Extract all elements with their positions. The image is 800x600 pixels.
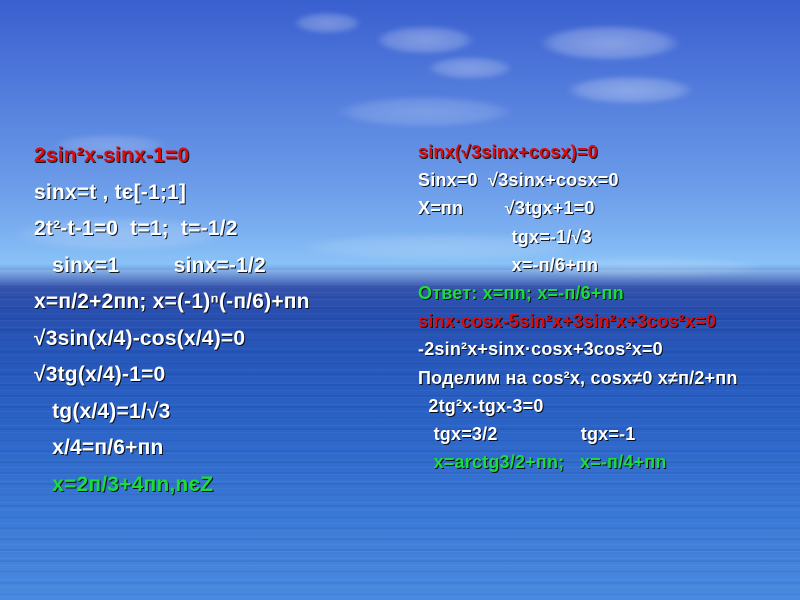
cloud [355, 20, 495, 60]
cloud [300, 90, 550, 134]
eq-answer: Ответ: x=пn; x=-п/6+пn [418, 279, 780, 307]
eq-line: x/4=п/6+пn [34, 430, 414, 467]
eq-line: 2tg²x-tgx-3=0 [418, 392, 780, 420]
eq-line: 2sin²x-sinx-1=0 [34, 138, 414, 175]
eq-line: sinx·cosx-5sin²x+3sin²x+3cos²x=0 [418, 307, 780, 335]
cloud [410, 52, 530, 84]
eq-line: sinx=1 sinx=-1/2 [34, 248, 414, 285]
eq-line: x=п/2+2пn; x=(-1)ⁿ(-п/6)+пn [34, 284, 414, 321]
slide: 2sin²x-sinx-1=0 sinx=t , tє[-1;1] 2t²-t-… [0, 0, 800, 600]
eq-answer: x=2п/3+4пn,nєZ [34, 467, 414, 504]
eq-line: X=пn √3tgx+1=0 [418, 194, 780, 222]
eq-line: tgx=3/2 tgx=-1 [418, 420, 780, 448]
left-column: 2sin²x-sinx-1=0 sinx=t , tє[-1;1] 2t²-t-… [34, 138, 414, 600]
eq-answer: x=arctg3/2+пn; x=-п/4+пn [418, 448, 780, 476]
cloud [510, 18, 710, 68]
eq-line: √3tg(x/4)-1=0 [34, 357, 414, 394]
eq-line: 2t²-t-1=0 t=1; t=-1/2 [34, 211, 414, 248]
eq-line: tg(x/4)=1/√3 [34, 394, 414, 431]
eq-line: sinx(√3sinx+cosx)=0 [418, 138, 780, 166]
cloud [280, 8, 375, 38]
eq-line: Sinx=0 √3sinx+cosx=0 [418, 166, 780, 194]
eq-line: tgx=-1/√3 [418, 223, 780, 251]
right-column: sinx(√3sinx+cosx)=0 Sinx=0 √3sinx+cosx=0… [414, 138, 780, 600]
cloud [540, 70, 720, 110]
eq-line: Поделим на cos²x, cosx≠0 x≠п/2+пn [418, 364, 780, 392]
eq-line: √3sin(x/4)-cos(x/4)=0 [34, 321, 414, 358]
eq-line: -2sin²x+sinx·cosx+3cos²x=0 [418, 335, 780, 363]
eq-line: x=-п/6+пn [418, 251, 780, 279]
content-columns: 2sin²x-sinx-1=0 sinx=t , tє[-1;1] 2t²-t-… [34, 138, 780, 600]
eq-line: sinx=t , tє[-1;1] [34, 175, 414, 212]
